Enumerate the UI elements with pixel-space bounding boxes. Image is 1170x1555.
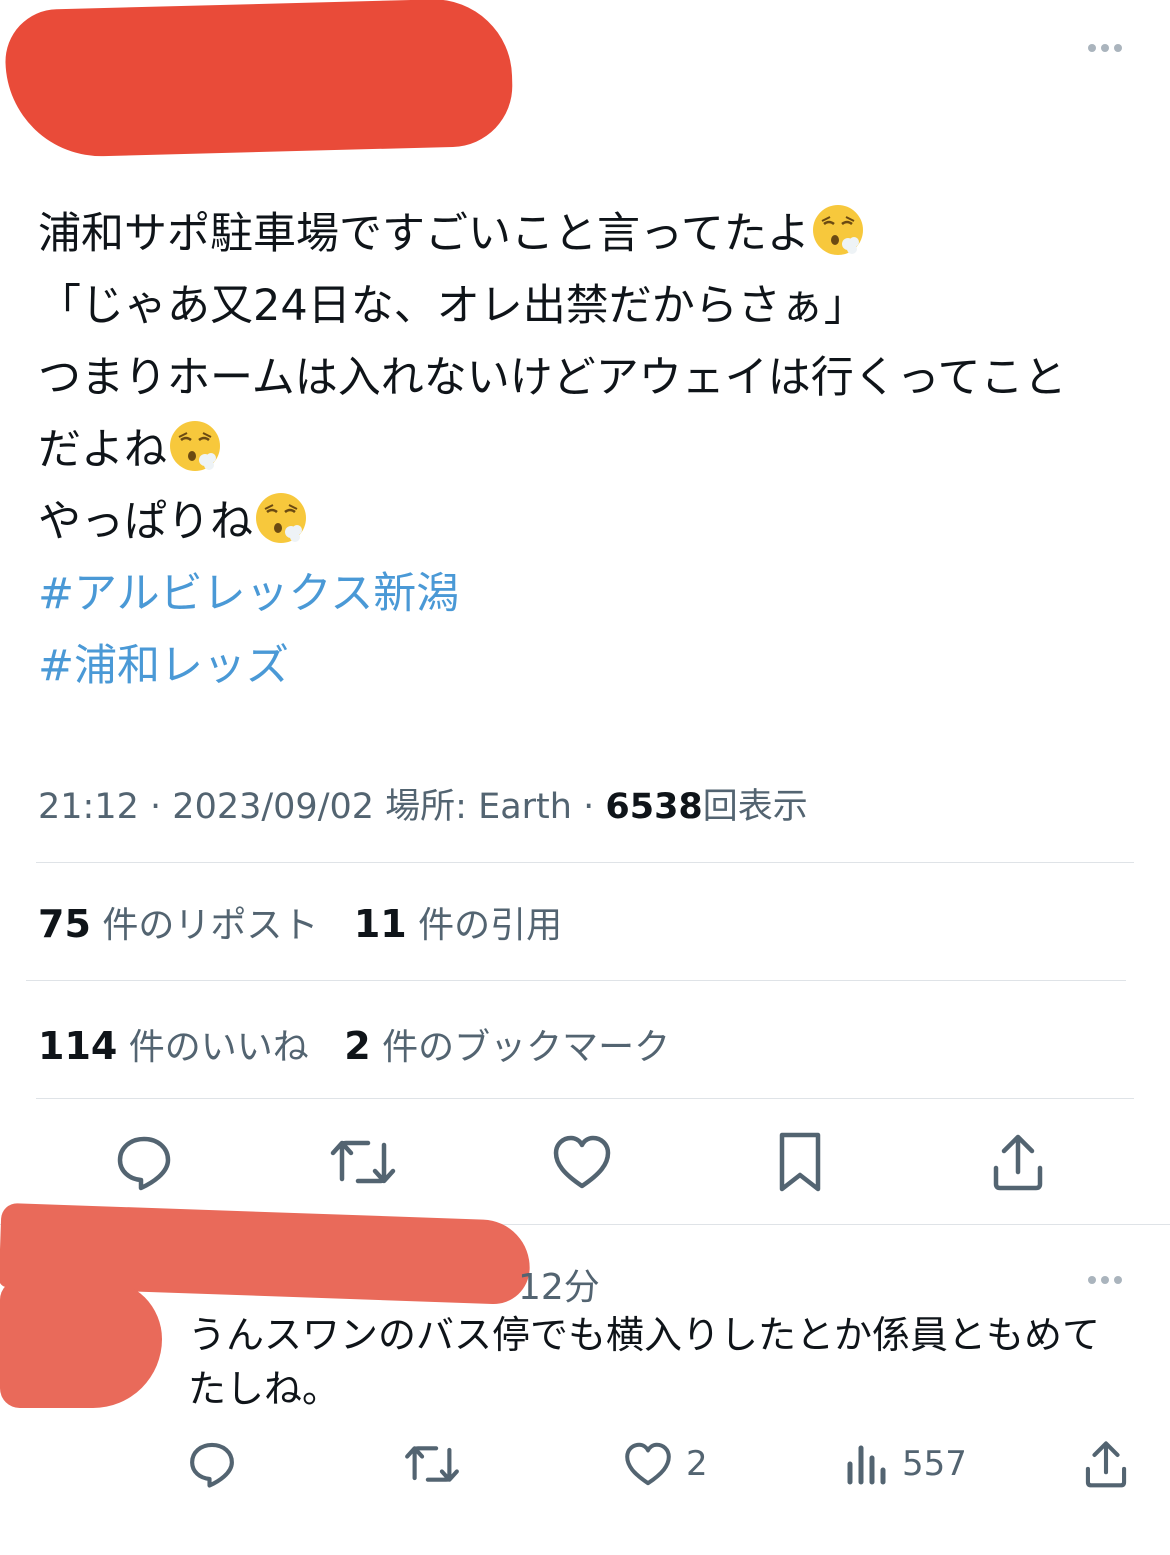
bookmark-icon <box>779 1132 821 1192</box>
tweet-time[interactable]: 21:12 <box>38 787 139 827</box>
reply-share-button[interactable] <box>1080 1438 1132 1490</box>
like-button[interactable] <box>550 1130 614 1194</box>
reply-line: たしね。 <box>188 1367 341 1411</box>
share-button[interactable] <box>986 1130 1050 1194</box>
tweet-date[interactable]: 2023/09/02 <box>172 787 374 827</box>
like-icon <box>553 1135 611 1189</box>
redacted-author-name <box>4 0 514 159</box>
tweet-location: 場所: Earth <box>385 787 572 827</box>
reply-text: うんスワンのバス停でも横入りしたとか係員ともめて たしね。 <box>188 1308 1148 1416</box>
reply-button[interactable] <box>112 1130 176 1194</box>
hashtag-link[interactable]: #アルビレックス新潟 <box>38 558 1138 630</box>
reply-view-count: 557 <box>902 1444 967 1484</box>
quotes-stat[interactable]: 11 件の引用 <box>354 902 562 946</box>
divider <box>26 980 1126 981</box>
face-exhaling-emoji <box>256 493 306 543</box>
views-count: 6538 <box>605 787 703 827</box>
hashtag-link[interactable]: #浦和レッズ <box>38 630 1138 702</box>
tweet-line-1: 浦和サポ駐車場ですごいこと言ってたよ <box>38 198 1138 270</box>
reply-line: うんスワンのバス停でも横入りしたとか係員ともめて <box>188 1313 1101 1357</box>
stats-row-reposts: 75 件のリポスト 11 件の引用 <box>38 896 562 948</box>
tweet-meta: 21:12 · 2023/09/02 場所: Earth · 6538回表示 <box>38 787 808 827</box>
divider <box>36 1098 1134 1099</box>
likes-stat[interactable]: 114 件のいいね <box>38 1024 309 1068</box>
views-label: 回表示 <box>702 787 808 827</box>
repost-icon <box>330 1140 396 1184</box>
divider <box>36 862 1134 863</box>
repost-icon <box>405 1446 459 1482</box>
reply-timestamp[interactable]: 12分 <box>518 1258 600 1310</box>
redacted-reply-avatar <box>0 1280 162 1408</box>
face-exhaling-emoji <box>170 421 220 471</box>
reply-reply-button[interactable] <box>186 1438 238 1490</box>
bookmarks-stat[interactable]: 2 件のブックマーク <box>344 1024 670 1068</box>
reposts-stat[interactable]: 75 件のリポスト <box>38 902 318 946</box>
reply-views-button[interactable]: 557 <box>846 1438 986 1490</box>
reply-icon <box>190 1442 234 1488</box>
tweet-line-3: つまりホームは入れないけどアウェイは行くってこと <box>38 353 1067 403</box>
tweet-line-2: 「じゃあ又24日な、オレ出禁だからさぁ」 <box>38 281 867 331</box>
reply-like-button[interactable]: 2 <box>624 1438 734 1490</box>
reply-icon <box>117 1136 171 1191</box>
reply-more-options-icon[interactable] <box>1088 1276 1122 1284</box>
reply-repost-button[interactable] <box>404 1438 460 1490</box>
tweet-line-5: やっぱりね <box>38 486 1138 558</box>
more-options-icon[interactable] <box>1088 44 1122 52</box>
share-icon <box>1085 1441 1127 1488</box>
like-icon <box>625 1442 671 1486</box>
views-chart-icon <box>847 1445 886 1485</box>
share-icon <box>993 1134 1043 1191</box>
repost-button[interactable] <box>330 1130 396 1194</box>
reply-like-count: 2 <box>686 1444 708 1484</box>
bookmark-button[interactable] <box>768 1130 832 1194</box>
stats-row-likes: 114 件のいいね 2 件のブックマーク <box>38 1018 670 1070</box>
face-exhaling-emoji <box>812 205 863 255</box>
tweet-line-4: だよね <box>38 414 1138 486</box>
tweet-text: 浦和サポ駐車場ですごいこと言ってたよ 「じゃあ又24日な、オレ出禁だからさぁ」 … <box>38 198 1138 702</box>
